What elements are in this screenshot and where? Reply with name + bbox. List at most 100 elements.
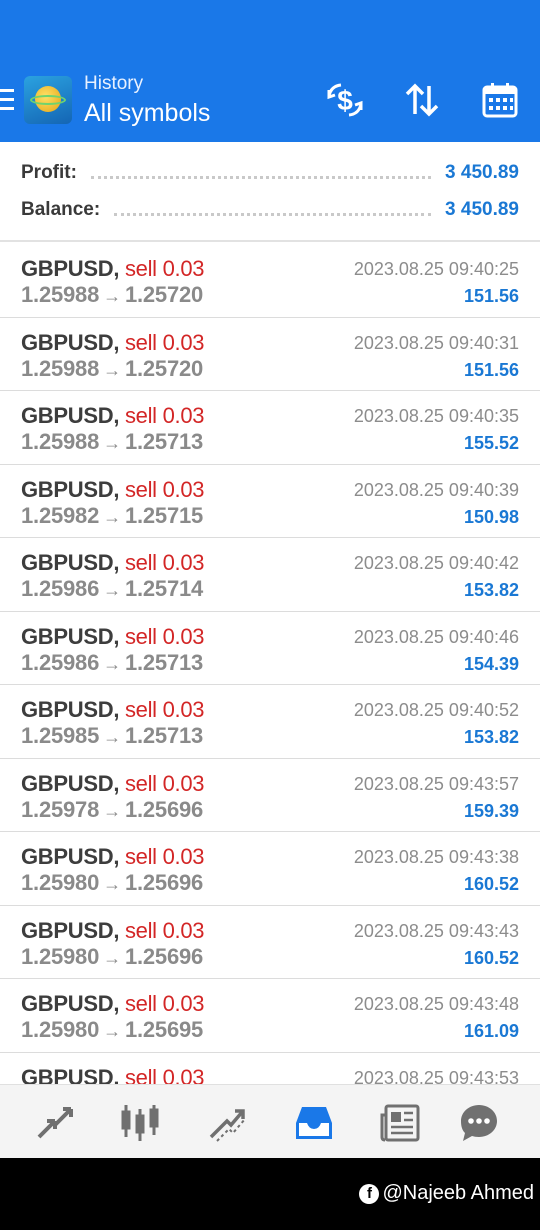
bottom-tab-bar [0,1084,540,1158]
chart-candles-icon[interactable] [118,1101,162,1145]
svg-text:$: $ [337,85,353,116]
trade-prices: 1.25986 → 1.25713 [21,650,203,676]
app-header: History All symbols $ [0,0,540,142]
menu-icon[interactable] [0,89,16,111]
symbol-name: GBPUSD, [21,256,120,281]
close-price: 1.25720 [124,355,204,381]
open-price: 1.25988 [21,282,100,307]
trade-side: sell 0.03 [124,256,205,281]
trade-prices: 1.25980 → 1.25695 [21,1017,203,1043]
trade-side: sell 0.03 [124,991,205,1016]
trade-side: sell 0.03 [124,550,205,575]
trade-row[interactable]: GBPUSD, sell 0.03 1.25986 → 1.25714 2023.08.… [0,538,540,612]
trade-side: sell 0.03 [124,476,205,502]
trade-symbol: GBPUSD, sell 0.03 [21,697,205,723]
trade-symbol: GBPUSD, sell 0.03 [21,624,205,650]
close-price: 1.25713 [124,649,204,675]
trade-symbol: GBPUSD, sell 0.03 [21,917,205,944]
arrow-right-icon: → [103,947,121,968]
trade-time: 2023.08.25 09:40:42 [353,553,519,573]
close-price: 1.25713 [124,723,204,748]
trade-history-list[interactable]: GBPUSD, sell 0.03 1.25988 → 1.25720 2023.08.… [0,244,540,1084]
trade-prices: 1.25978 → 1.25696 [21,797,203,823]
dotted-leader [90,175,432,179]
open-price: 1.25982 [21,502,100,528]
close-price: 1.25715 [124,502,204,528]
trade-row[interactable]: GBPUSD, sell 0.03 1.25988 → 1.25720 2023.08.… [0,244,540,318]
account-summary: Profit: 3 450.89 Balance: 3 450.89 [0,142,540,242]
trade-row[interactable]: GBPUSD, sell 0.03 2023.08.25 09:43:53 [0,1053,540,1085]
trade-row[interactable]: GBPUSD, sell 0.03 1.25986 → 1.25713 2023.08.… [0,612,540,685]
symbol-name: GBPUSD, [21,550,120,575]
trade-row[interactable]: GBPUSD, sell 0.03 1.25980 → 1.25696 2023.08.… [0,832,540,906]
profit-row: Profit: 3 450.89 [21,160,519,186]
trade-symbol: GBPUSD, sell 0.03 [21,771,205,797]
balance-value: 3 450.89 [445,199,519,220]
trade-prices: 1.25988 → 1.25720 [21,282,203,308]
trade-side: sell 0.03 [124,844,205,869]
symbol-name: GBPUSD, [21,403,120,428]
news-icon[interactable] [378,1101,422,1145]
open-price: 1.25985 [21,723,100,748]
arrow-right-icon: → [103,727,121,747]
quotes-icon[interactable] [33,1101,77,1145]
credit-name: @Najeeb Ahmed [382,1182,534,1204]
open-price: 1.25980 [21,870,100,895]
currency-exchange-icon[interactable]: $ [325,80,365,120]
trade-profit: 151.56 [463,286,519,306]
balance-row: Balance: 3 450.89 [21,197,519,223]
trade-profit: 150.98 [463,506,519,527]
trade-icon[interactable] [205,1101,249,1145]
app-logo [24,76,72,124]
calendar-icon[interactable] [480,80,520,120]
arrow-right-icon: → [103,874,121,894]
close-price: 1.25696 [124,796,204,822]
close-price: 1.25714 [124,576,204,601]
dotted-leader [114,212,432,216]
trade-prices: 1.25988 → 1.25713 [21,429,203,455]
trade-time: 2023.08.25 09:43:48 [353,994,519,1014]
trade-profit: 159.39 [463,800,519,821]
open-price: 1.25988 [21,355,100,381]
symbol-name: GBPUSD, [21,329,120,355]
trade-profit: 151.56 [463,359,519,380]
open-price: 1.25986 [21,576,100,601]
trade-profit: 160.52 [463,947,519,968]
open-price: 1.25980 [21,943,100,969]
facebook-icon: f [359,1183,380,1204]
open-price: 1.25978 [21,796,100,822]
arrow-right-icon: → [103,433,121,453]
profit-value: 3 450.89 [445,162,519,183]
arrow-right-icon: → [103,580,121,600]
chat-icon[interactable] [457,1101,501,1145]
trade-time: 2023.08.25 09:40:35 [353,406,519,426]
header-subtitle: History [84,73,144,94]
trade-row[interactable]: GBPUSD, sell 0.03 1.25982 → 1.25715 2023.08.… [0,465,540,538]
trade-side: sell 0.03 [124,697,205,722]
symbol-name: GBPUSD, [21,476,120,502]
trade-time: 2023.08.25 09:43:53 [353,1067,519,1085]
trade-row[interactable]: GBPUSD, sell 0.03 1.25980 → 1.25695 2023.08.… [0,979,540,1053]
close-price: 1.25720 [124,282,204,307]
symbol-name: GBPUSD, [21,991,120,1016]
trade-profit: 154.39 [463,653,519,674]
close-price: 1.25713 [124,429,204,454]
trade-row[interactable]: GBPUSD, sell 0.03 1.25978 → 1.25696 2023.08.… [0,759,540,832]
trade-profit: 161.09 [463,1021,519,1041]
trade-prices: 1.25985 → 1.25713 [21,723,203,749]
trade-row[interactable]: GBPUSD, sell 0.03 1.25985 → 1.25713 2023.08.… [0,685,540,759]
symbol-name: GBPUSD, [21,917,120,943]
open-price: 1.25980 [21,1017,100,1042]
history-inbox-icon[interactable] [292,1101,336,1145]
trade-side: sell 0.03 [124,329,205,355]
trade-profit: 153.82 [463,727,519,747]
arrow-right-icon: → [103,1021,121,1041]
trade-row[interactable]: GBPUSD, sell 0.03 1.25980 → 1.25696 2023.08.… [0,906,540,979]
symbol-name: GBPUSD, [21,844,120,869]
trade-row[interactable]: GBPUSD, sell 0.03 1.25988 → 1.25720 2023.08.… [0,318,540,391]
header-title[interactable]: All symbols [84,99,210,128]
sort-icon[interactable] [402,80,442,120]
close-price: 1.25696 [124,943,204,969]
trade-side: sell 0.03 [124,917,205,943]
trade-row[interactable]: GBPUSD, sell 0.03 1.25988 → 1.25713 2023.08.… [0,391,540,465]
